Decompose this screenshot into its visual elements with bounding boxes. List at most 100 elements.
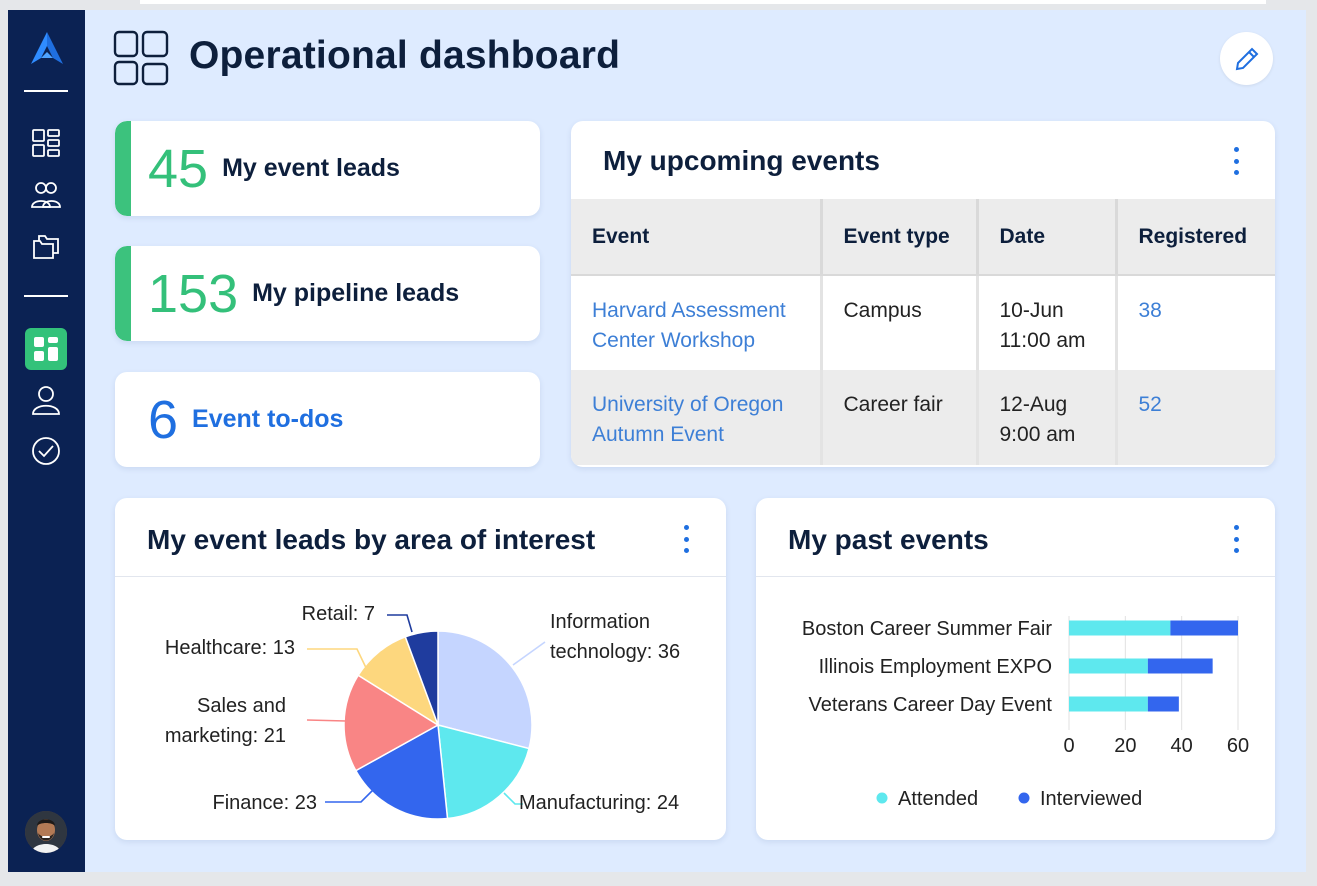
event-type-cell: Campus: [821, 275, 979, 370]
event-link[interactable]: Harvard Assessment Center Workshop: [592, 299, 786, 352]
event-date-cell: 10-Jun 11:00 am: [977, 275, 1118, 370]
column-header[interactable]: Date: [977, 199, 1118, 276]
event-date: 12-Aug: [999, 393, 1068, 416]
user-icon: [32, 386, 60, 415]
event-time: 9:00 am: [999, 423, 1076, 446]
legend-dot: [876, 792, 888, 804]
event-name-line: University of Oregon: [592, 393, 784, 416]
folders-icon: [33, 235, 59, 259]
pie-label: Retail: 7: [302, 603, 375, 625]
registered-cell: 52: [1116, 370, 1275, 465]
user-avatar-image: [25, 811, 67, 853]
column-header[interactable]: Registered: [1116, 199, 1275, 276]
stat-accent-bar: [115, 121, 131, 216]
pie-chart: Information technology: 36 Manufacturing: …: [165, 603, 680, 820]
card-title: My upcoming events: [603, 145, 880, 176]
category-label: Veterans Career Day Event: [809, 694, 1053, 716]
registered-cell: 38: [1116, 275, 1275, 370]
legend-label[interactable]: Attended: [898, 788, 978, 810]
legend-label[interactable]: Interviewed: [1040, 788, 1142, 810]
sidebar-item-dashboards[interactable]: [27, 124, 65, 162]
sidebar-item-people[interactable]: [27, 175, 65, 213]
upcoming-events-table: Event Event type Date Registered Harvard…: [571, 199, 1275, 465]
people-icon: [31, 182, 61, 208]
sidebar: [8, 10, 85, 872]
sidebar-divider: [24, 295, 68, 297]
bar-segment-attended[interactable]: [1069, 658, 1148, 674]
x-tick-label: 0: [1063, 735, 1074, 757]
bar-segment-interviewed[interactable]: [1147, 696, 1179, 712]
pie-leader-line: [307, 648, 370, 675]
bar-chart: 0 20 40 60 Boston Career Summer Fair Illinois…: [802, 616, 1249, 810]
registered-link[interactable]: 38: [1139, 299, 1162, 322]
table-header-row: Event Event type Date Registered: [571, 199, 1275, 276]
stat-value: 153: [148, 263, 239, 324]
sidebar-item-tasks[interactable]: [27, 432, 65, 470]
pie-leader-line: [512, 641, 546, 666]
pencil-icon: [1235, 47, 1258, 70]
stat-accent-bar: [115, 246, 131, 341]
pie-leader-line: [387, 614, 413, 633]
more-options-icon[interactable]: [1226, 143, 1246, 179]
event-name-line: Harvard Assessment: [592, 299, 786, 322]
event-link[interactable]: University of Oregon Autumn Event: [592, 393, 783, 446]
check-circle-icon: [32, 437, 60, 465]
sidebar-item-profile[interactable]: [27, 381, 65, 419]
dashboard-grid-icon: [32, 129, 60, 157]
bar-segment-attended[interactable]: [1069, 696, 1148, 712]
past-events-card: My past events 0 20 40 60 Boston Career Summ…: [756, 498, 1275, 840]
pie-label: Healthcare: 13: [165, 637, 295, 659]
event-name-cell: Harvard Assessment Center Workshop: [571, 275, 823, 370]
event-date-cell: 12-Aug 9:00 am: [977, 370, 1118, 465]
event-name-line: Autumn Event: [592, 423, 724, 446]
x-tick-label: 60: [1227, 735, 1249, 757]
event-name-line: Center Workshop: [592, 329, 756, 352]
stat-label: My event leads: [222, 154, 400, 182]
leads-by-interest-card: My event leads by area of interest Infor…: [115, 498, 726, 840]
registered-link[interactable]: 52: [1139, 393, 1162, 416]
card-title: My past events: [788, 524, 989, 555]
page-title: Operational dashboard: [189, 34, 621, 77]
upcoming-events-card: My upcoming events Event Event type Date…: [571, 121, 1275, 467]
column-header[interactable]: Event type: [821, 199, 979, 276]
stat-card-pipeline-leads[interactable]: 153 My pipeline leads: [115, 246, 540, 341]
sidebar-item-operational-dashboard[interactable]: [25, 328, 67, 370]
pie-label: Sales and marketing: 21: [165, 695, 286, 747]
card-title: My event leads by area of interest: [147, 524, 596, 555]
event-type-cell: Career fair: [821, 370, 979, 465]
event-date: 10-Jun: [999, 299, 1064, 322]
stat-value: 6: [148, 389, 179, 450]
dashboard-active-icon: [34, 337, 58, 361]
avatar[interactable]: [25, 811, 67, 853]
app-frame: Operational dashboard 45 My event leads …: [8, 10, 1306, 872]
stat-card-event-todos[interactable]: 6 Event to-dos: [115, 372, 540, 467]
stat-value: 45: [148, 138, 209, 199]
pie-label: Manufacturing: 24: [519, 792, 679, 814]
sidebar-divider: [24, 90, 68, 92]
app-logo-icon[interactable]: [27, 28, 67, 68]
pie-leader-line: [306, 719, 347, 722]
pie-label: Finance: 23: [212, 792, 317, 814]
table-row: University of Oregon Autumn Event Career …: [571, 370, 1275, 465]
bar-segment-interviewed[interactable]: [1170, 620, 1238, 636]
stat-card-event-leads[interactable]: 45 My event leads: [115, 121, 540, 216]
stat-label: Event to-dos: [192, 405, 344, 433]
more-options-icon[interactable]: [1226, 521, 1246, 557]
column-header[interactable]: Event: [571, 199, 823, 276]
event-name-cell: University of Oregon Autumn Event: [571, 370, 823, 465]
bar-segment-interviewed[interactable]: [1147, 658, 1213, 674]
bar-segment-attended[interactable]: [1069, 620, 1171, 636]
event-time: 11:00 am: [999, 329, 1086, 352]
pie-label: Information technology: 36: [550, 611, 680, 663]
sidebar-item-folders[interactable]: [27, 227, 65, 265]
x-tick-label: 40: [1171, 735, 1193, 757]
stat-label: My pipeline leads: [252, 279, 460, 307]
top-strip: [140, 0, 1266, 4]
category-label: Boston Career Summer Fair: [802, 618, 1052, 640]
category-label: Illinois Employment EXPO: [819, 656, 1052, 678]
x-tick-label: 20: [1114, 735, 1136, 757]
edit-dashboard-button[interactable]: [1220, 32, 1273, 85]
table-row: Harvard Assessment Center Workshop Campus…: [571, 275, 1275, 370]
card-divider: [115, 576, 726, 577]
more-options-icon[interactable]: [676, 521, 696, 557]
